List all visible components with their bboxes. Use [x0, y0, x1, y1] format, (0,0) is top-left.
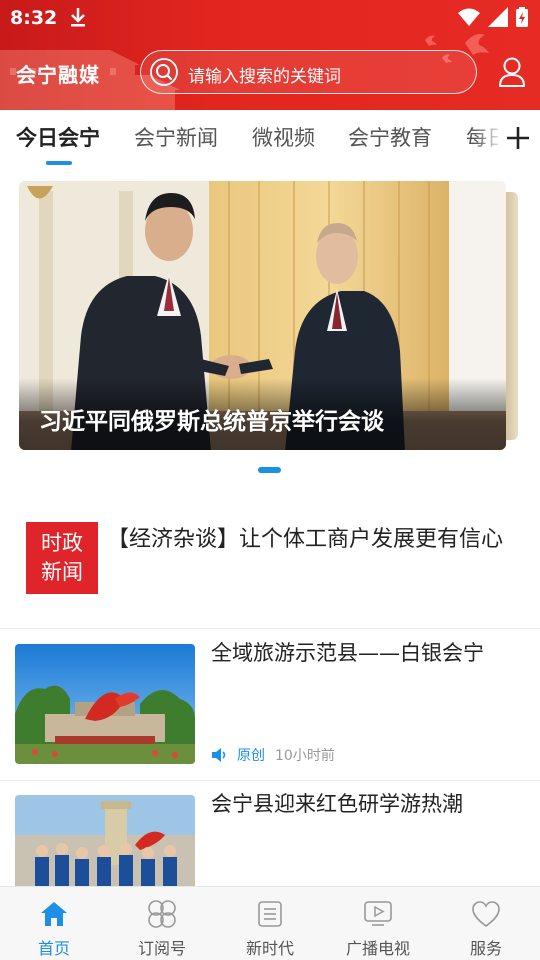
bottom-navigation: 首页 订阅号 新时代 广播电视 服务 — [0, 886, 540, 960]
news-thumbnail — [15, 795, 195, 886]
nav-label-broadcast-tv: 广播电视 — [345, 939, 410, 958]
nav-label-subscriptions: 订阅号 — [137, 939, 186, 958]
politics-badge-line2: 新闻 — [41, 560, 83, 584]
tab-today-huining[interactable]: 今日会宁 — [16, 122, 100, 152]
category-tabs: 今日会宁 会宁新闻 微视频 会宁教育 每日 — [0, 110, 540, 166]
search-input[interactable]: 请输入搜索的关键词 — [140, 50, 477, 94]
status-time: 8:32 — [10, 7, 58, 29]
nav-item-home[interactable]: 首页 — [0, 887, 108, 960]
status-icons — [458, 6, 528, 28]
politics-badge: 时政 新闻 — [26, 522, 98, 594]
heart-icon — [472, 901, 500, 927]
search-icon — [150, 58, 178, 86]
app-logo: 会宁融媒 — [16, 63, 100, 87]
nav-item-new-era[interactable]: 新时代 — [216, 887, 324, 960]
home-icon — [41, 902, 67, 926]
news-thumbnail — [15, 644, 195, 764]
speaker-icon[interactable] — [211, 747, 229, 763]
tab-huining-education[interactable]: 会宁教育 — [348, 122, 432, 152]
download-icon — [71, 8, 85, 27]
search-placeholder: 请输入搜索的关键词 — [188, 67, 341, 87]
news-item[interactable]: 全域旅游示范县——白银会宁 原创 10小时前 — [0, 629, 540, 779]
news-carousel: 习近平同俄罗斯总统普京举行会谈 — [0, 166, 540, 490]
nav-item-broadcast-tv[interactable]: 广播电视 — [324, 887, 432, 960]
battery-icon — [516, 7, 528, 27]
nav-label-new-era: 新时代 — [245, 939, 294, 958]
news-item[interactable]: 会宁县迎来红色研学游热潮 — [0, 781, 540, 886]
next-banner-peek[interactable] — [506, 192, 518, 440]
politics-news-block[interactable]: 时政 新闻 【经济杂谈】让个体工商户发展更有信心 — [0, 506, 540, 624]
politics-badge-line1: 时政 — [41, 531, 83, 555]
nav-item-subscriptions[interactable]: 订阅号 — [108, 887, 216, 960]
active-tab-indicator — [46, 161, 72, 165]
banner-caption: 习近平同俄罗斯总统普京举行会谈 — [39, 409, 384, 435]
status-bar: 8:32 — [0, 0, 540, 36]
signal-icon — [488, 7, 508, 27]
tv-play-icon — [364, 901, 392, 926]
nav-label-home: 首页 — [37, 939, 70, 958]
carousel-indicator-active — [258, 467, 281, 473]
news-meta: 原创 10小时前 — [211, 745, 335, 765]
news-title: 会宁县迎来红色研学游热潮 — [211, 792, 463, 816]
clover-icon — [148, 900, 176, 928]
news-time: 10小时前 — [275, 748, 335, 764]
nav-label-services: 服务 — [469, 939, 502, 958]
carousel-banner[interactable]: 习近平同俄罗斯总统普京举行会谈 — [19, 181, 506, 450]
wifi-icon — [458, 8, 480, 26]
plus-icon — [507, 127, 529, 149]
tab-micro-video[interactable]: 微视频 — [252, 122, 315, 152]
politics-headline[interactable]: 【经济杂谈】让个体工商户发展更有信心 — [107, 526, 522, 554]
document-icon — [258, 901, 282, 927]
nav-item-services[interactable]: 服务 — [432, 887, 540, 960]
original-tag: 原创 — [237, 748, 265, 764]
tab-huining-news[interactable]: 会宁新闻 — [134, 122, 218, 152]
add-tab-button[interactable] — [498, 110, 540, 166]
news-title: 全域旅游示范县——白银会宁 — [211, 641, 484, 665]
user-profile-icon[interactable] — [498, 56, 526, 88]
